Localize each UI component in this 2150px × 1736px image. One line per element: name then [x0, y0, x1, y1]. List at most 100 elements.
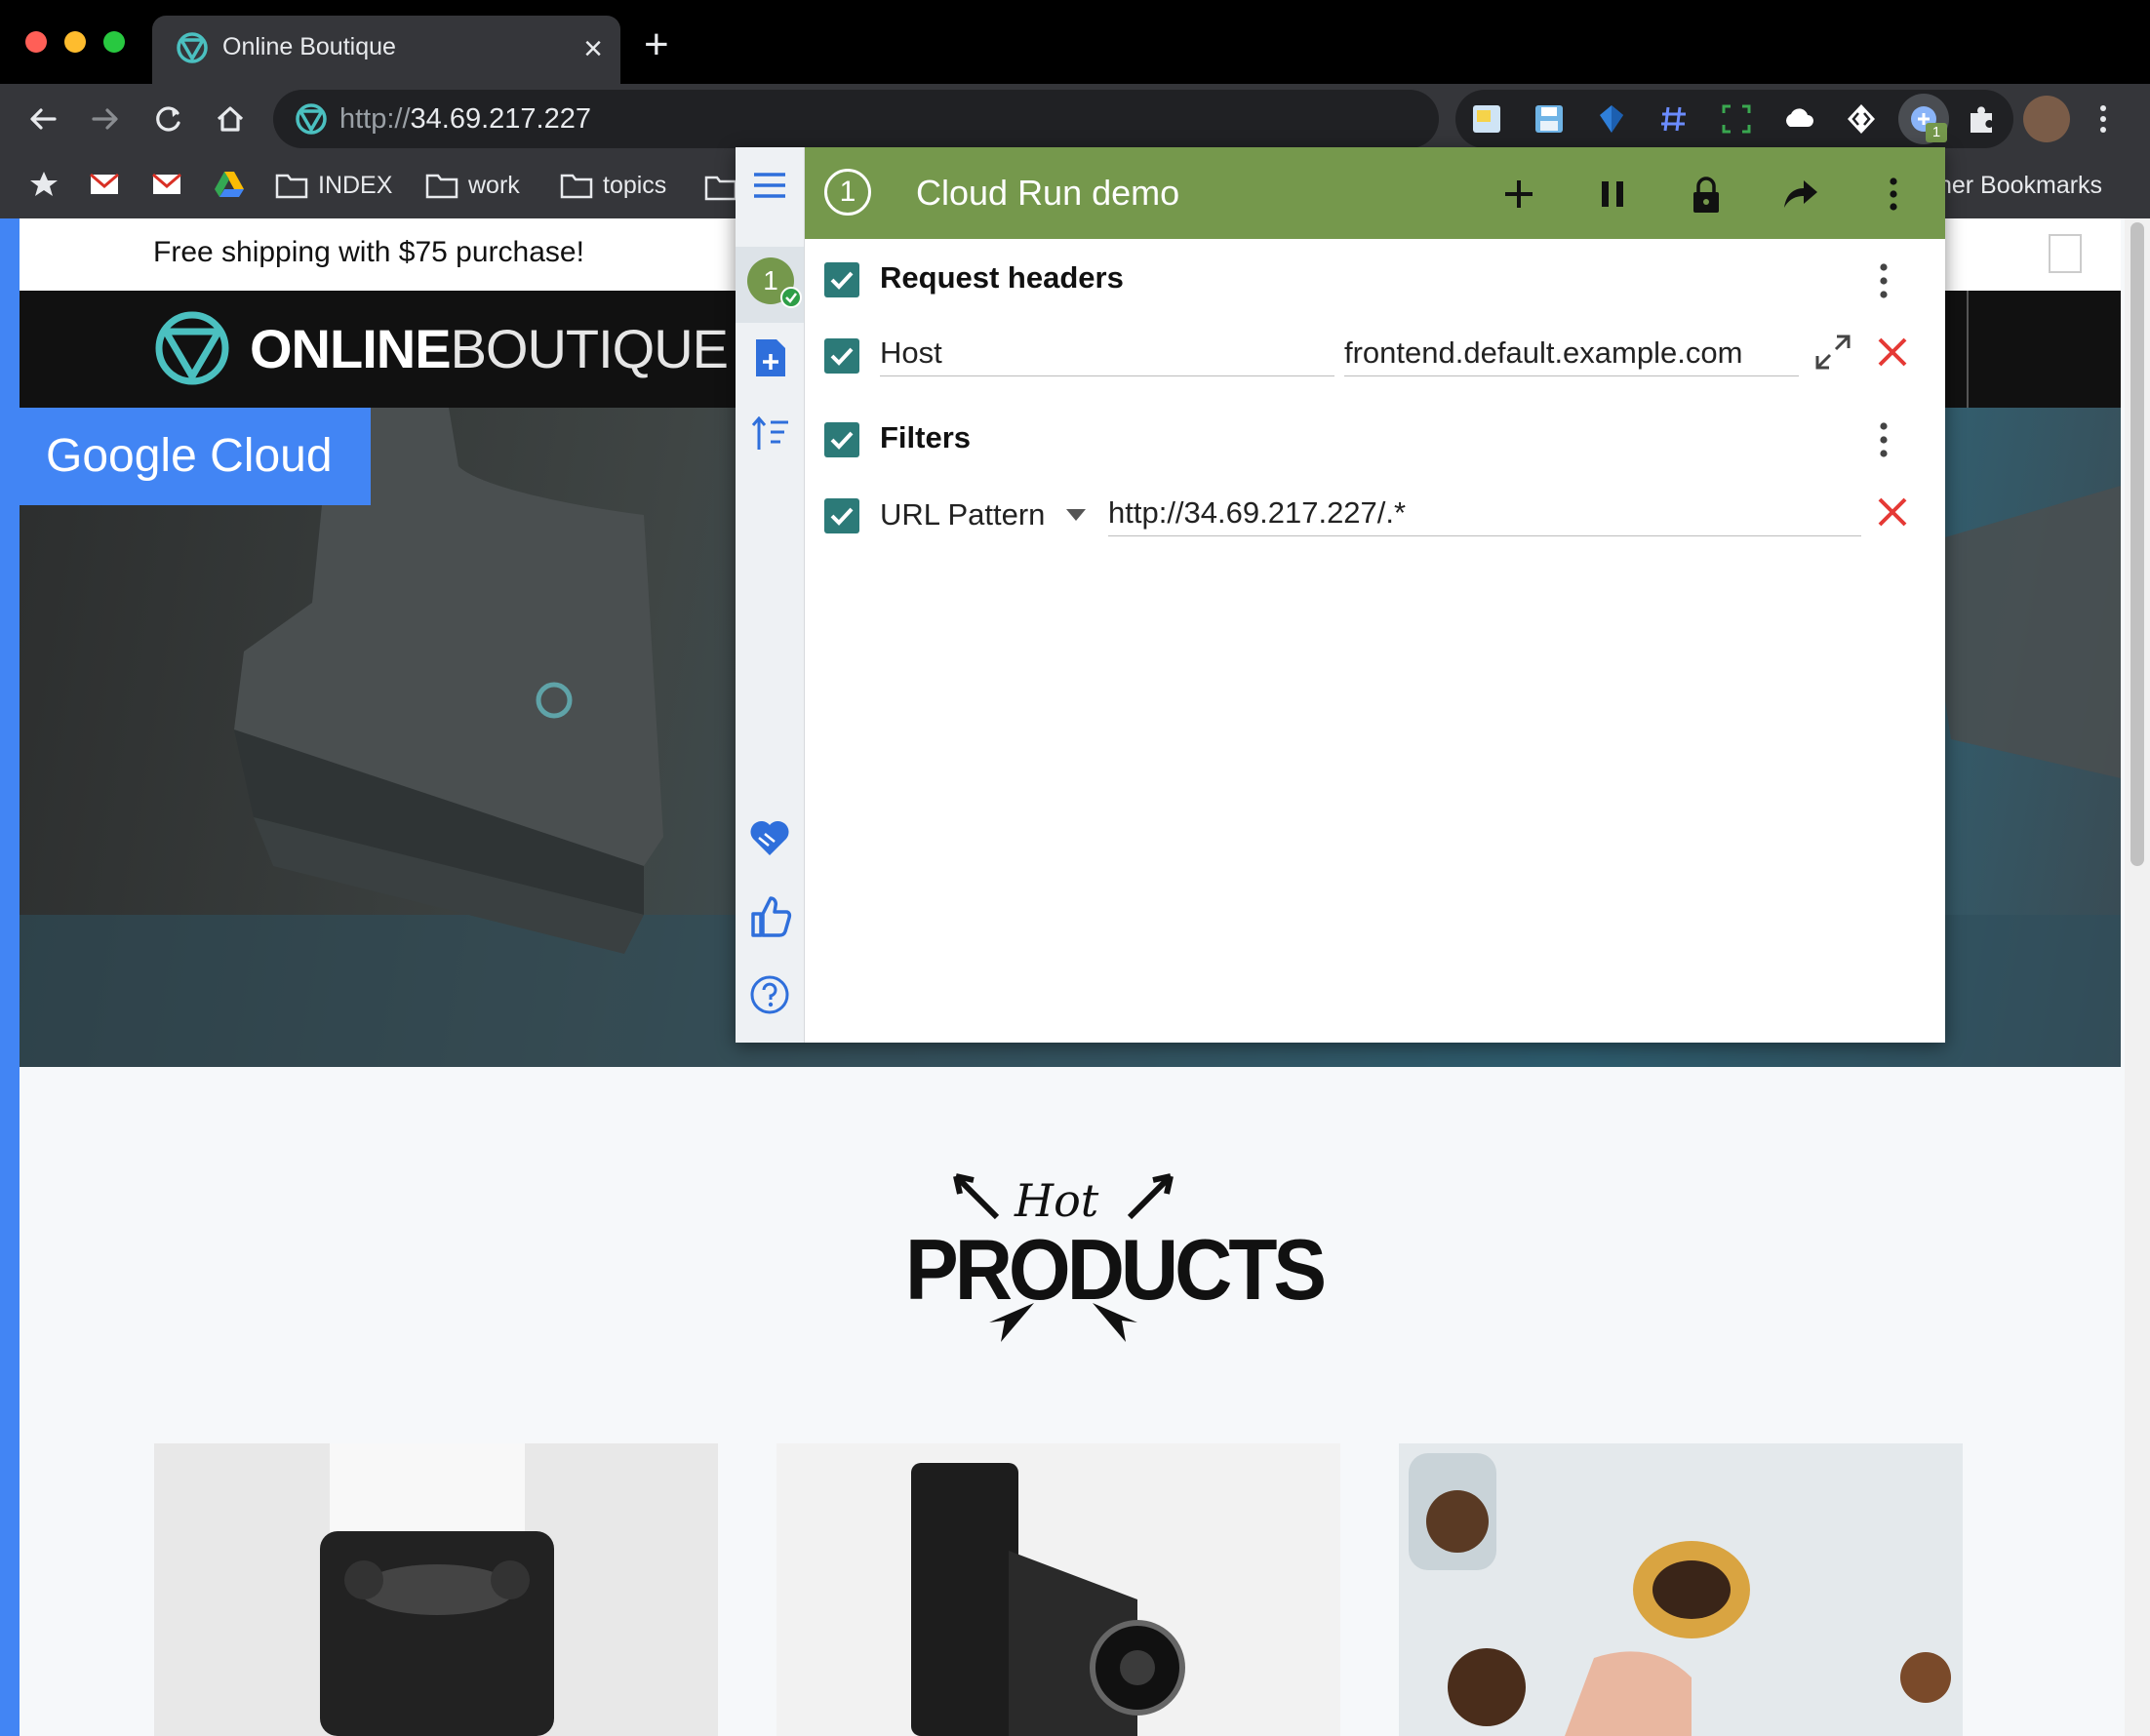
back-arrow-icon[interactable] — [23, 99, 62, 138]
delete-header-icon[interactable] — [1875, 335, 1910, 370]
request-headers-title: Request headers — [880, 260, 1124, 295]
lock-icon[interactable] — [1685, 173, 1728, 216]
bookmark-folder-topics[interactable]: topics — [560, 166, 666, 205]
browser-menu-icon[interactable] — [2093, 101, 2113, 137]
more-vert-icon[interactable] — [1872, 173, 1915, 216]
host-header-checkbox[interactable] — [824, 338, 859, 374]
hashtag-extension-icon[interactable] — [1656, 101, 1692, 137]
hot-products-title: PRODUCTS — [905, 1222, 1327, 1319]
profile-avatar[interactable] — [2023, 96, 2070, 142]
url-text: http://34.69.217.227 — [339, 103, 592, 135]
checkmark-icon — [830, 271, 854, 290]
filter-type-select[interactable]: URL Pattern — [880, 495, 1087, 534]
filters-title: Filters — [880, 420, 972, 454]
thumbs-up-icon[interactable] — [749, 894, 792, 937]
shipping-text: Free shipping with $75 purchase! — [153, 236, 584, 268]
folder-icon — [275, 174, 308, 199]
tab-close-button[interactable]: × — [583, 29, 603, 68]
code-extension-icon[interactable] — [1844, 101, 1879, 137]
url-pattern-underline — [1108, 535, 1861, 536]
header-value-underline — [1344, 375, 1799, 376]
google-cloud-badge: Google Cloud — [20, 408, 371, 505]
bookmark-label: topics — [603, 171, 667, 199]
folder-icon — [425, 174, 458, 199]
google-cloud-text: Google Cloud — [46, 430, 333, 482]
tab-title: Online Boutique — [222, 33, 396, 60]
reload-icon[interactable] — [148, 99, 187, 138]
other-bookmarks[interactable]: ther Bookmarks — [1931, 166, 2102, 205]
hot-script-text: Hot — [1015, 1174, 1099, 1227]
bookmark-folder-index[interactable]: INDEX — [275, 166, 392, 205]
extensions-bar: 1 — [1455, 90, 2013, 148]
filters-more-icon[interactable] — [1878, 420, 1890, 459]
url-pattern-input[interactable]: http://34.69.217.227/.* — [1108, 495, 1406, 531]
header-value-input[interactable]: frontend.default.example.com — [1344, 335, 1742, 371]
browser-tab[interactable]: Online Boutique × — [152, 16, 620, 84]
google-drive-icon[interactable] — [213, 168, 246, 201]
expand-icon[interactable] — [1813, 333, 1852, 372]
folder-icon — [560, 174, 593, 199]
checkmark-icon — [830, 431, 854, 450]
currency-selector[interactable] — [2049, 234, 2082, 273]
popup-sidebar: 1 — [736, 147, 805, 1043]
check-circle-icon — [780, 287, 802, 308]
profile-header: 1 Cloud Run demo — [805, 147, 1945, 239]
dropdown-arrow-icon — [1066, 509, 1087, 521]
product-card-coffee[interactable] — [1399, 1443, 1963, 1736]
delete-filter-icon[interactable] — [1875, 494, 1910, 530]
home-icon[interactable] — [211, 99, 250, 138]
header-name-underline — [880, 375, 1334, 376]
scrollbar-thumb[interactable] — [2130, 222, 2144, 866]
site-logo-text[interactable]: ONLINEBOUTIQUE — [250, 320, 729, 378]
checkmark-icon — [830, 347, 854, 366]
profile-title[interactable]: Cloud Run demo — [916, 173, 1179, 214]
modheader-popup: 1 1 Cloud Run demo Request headers Host … — [736, 147, 1945, 1043]
tab-strip: Online Boutique × + — [0, 0, 2150, 84]
request-headers-checkbox[interactable] — [824, 262, 859, 297]
tag-extension-icon[interactable] — [1594, 101, 1629, 137]
hamburger-menu-icon[interactable] — [752, 171, 787, 200]
sort-icon[interactable] — [751, 416, 790, 452]
close-window-button[interactable] — [25, 31, 47, 53]
url-pattern-checkbox[interactable] — [824, 498, 859, 533]
left-accent-bar — [0, 218, 20, 1736]
gmail-icon[interactable] — [150, 168, 183, 201]
product-card-typewriter[interactable] — [154, 1443, 718, 1736]
notes-extension-icon[interactable] — [1469, 101, 1504, 137]
request-headers-more-icon[interactable] — [1878, 261, 1890, 300]
gmail-inbox-icon[interactable] — [88, 168, 121, 201]
camera-image — [911, 1463, 1185, 1736]
share-arrow-icon[interactable] — [1778, 173, 1821, 216]
page-scrollbar[interactable] — [2125, 218, 2150, 1736]
hot-products-logo: Hot PRODUCTS — [899, 1157, 1327, 1361]
new-tab-button[interactable]: + — [644, 23, 669, 66]
bookmark-star-icon[interactable] — [27, 168, 60, 201]
bookmark-label: INDEX — [318, 171, 393, 199]
add-profile-icon[interactable] — [753, 336, 788, 379]
forward-arrow-icon[interactable] — [86, 99, 125, 138]
minimize-window-button[interactable] — [64, 31, 86, 53]
modheader-extension-button[interactable]: 1 — [1898, 94, 1949, 144]
add-icon[interactable] — [1497, 173, 1540, 216]
filters-checkbox[interactable] — [824, 422, 859, 457]
extension-badge: 1 — [1926, 123, 1947, 142]
header-divider — [1967, 291, 1969, 408]
pause-icon[interactable] — [1591, 173, 1634, 216]
bookmark-folder-work[interactable]: work — [425, 166, 520, 205]
handshake-heart-icon[interactable] — [749, 818, 790, 857]
profile-number-badge[interactable]: 1 — [824, 169, 871, 216]
save-extension-icon[interactable] — [1532, 101, 1567, 137]
help-icon[interactable] — [749, 974, 790, 1015]
header-name-input[interactable]: Host — [880, 335, 942, 371]
folder-icon[interactable] — [704, 174, 737, 201]
boutique-logo-icon[interactable] — [154, 310, 230, 386]
coffee-image — [1399, 1443, 1963, 1736]
product-card-camera[interactable] — [776, 1443, 1340, 1736]
cloud-extension-icon[interactable] — [1781, 101, 1816, 137]
maximize-window-button[interactable] — [103, 31, 125, 53]
screenshot-extension-icon[interactable] — [1719, 101, 1754, 137]
site-favicon-icon — [296, 103, 327, 135]
puzzle-extensions-icon[interactable] — [1965, 101, 2000, 137]
address-bar[interactable]: http://34.69.217.227 — [273, 90, 1439, 148]
bookmark-label: work — [468, 171, 520, 199]
